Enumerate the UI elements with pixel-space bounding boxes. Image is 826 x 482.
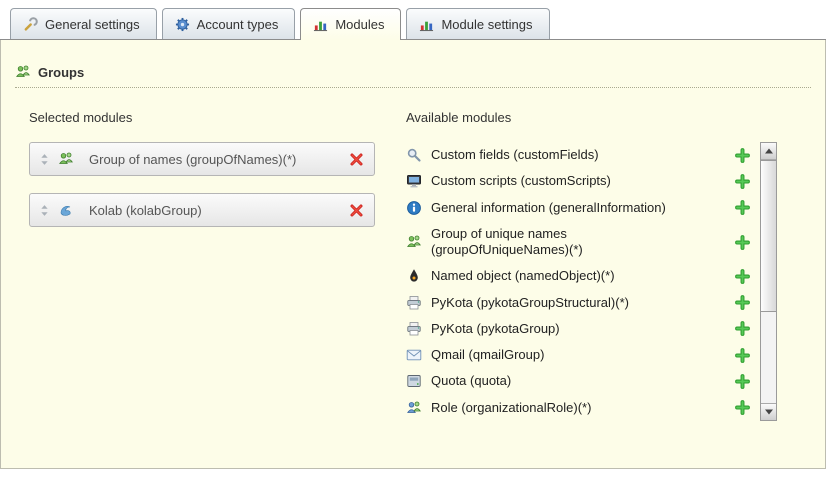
available-module-row: Custom fields (customFields) <box>406 142 760 168</box>
group-icon <box>406 234 422 250</box>
available-module-row: Named object (namedObject)(*) <box>406 263 760 289</box>
gear-icon <box>175 17 190 32</box>
add-module-button[interactable] <box>735 235 750 250</box>
available-module-label: PyKota (pykotaGroupStructural)(*) <box>431 295 629 311</box>
scrollbar-up-button[interactable] <box>761 143 776 160</box>
tab-module-settings[interactable]: Module settings <box>406 8 549 39</box>
available-module-label: General information (generalInformation) <box>431 200 666 216</box>
selected-modules-column: Selected modules Group of names (groupOf… <box>29 110 375 421</box>
available-module-label: Custom fields (customFields) <box>431 147 599 163</box>
plus-icon <box>735 400 750 415</box>
plus-icon <box>735 235 750 250</box>
role-icon <box>406 400 422 416</box>
available-module-row: Role (organizationalRole)(*) <box>406 395 760 421</box>
available-module-row: Qmail (qmailGroup) <box>406 342 760 368</box>
scrollbar-thumb[interactable] <box>761 160 776 312</box>
add-module-button[interactable] <box>735 200 750 215</box>
selected-module-item[interactable]: Kolab (kolabGroup) <box>29 193 375 227</box>
disk-icon <box>406 373 422 389</box>
add-module-button[interactable] <box>735 321 750 336</box>
available-module-row: General information (generalInformation) <box>406 195 760 221</box>
scrollbar-down-button[interactable] <box>761 403 776 420</box>
tab-modules[interactable]: Modules <box>300 8 401 40</box>
available-module-label: Named object (namedObject)(*) <box>431 268 615 284</box>
tab-label: General settings <box>45 17 140 32</box>
remove-module-button[interactable] <box>349 203 364 218</box>
wrench-icon <box>23 17 38 32</box>
add-module-button[interactable] <box>735 295 750 310</box>
monitor-icon <box>406 173 422 189</box>
available-module-row: PyKota (pykotaGroupStructural)(*) <box>406 290 760 316</box>
available-module-label: Role (organizationalRole)(*) <box>431 400 591 416</box>
tab-account-types[interactable]: Account types <box>162 8 296 39</box>
section-title: Groups <box>38 65 84 80</box>
plus-icon <box>735 348 750 363</box>
chart-icon <box>313 17 328 32</box>
drag-handle-icon[interactable] <box>40 204 49 217</box>
available-modules-column: Available modules Custom fields (customF… <box>406 110 777 421</box>
kolab-icon <box>58 202 74 218</box>
add-module-button[interactable] <box>735 174 750 189</box>
printer-icon <box>406 321 422 337</box>
remove-module-button[interactable] <box>349 152 364 167</box>
plus-icon <box>735 174 750 189</box>
droplet-icon <box>406 268 422 284</box>
add-module-button[interactable] <box>735 269 750 284</box>
arrow-down-icon <box>765 409 773 414</box>
add-module-button[interactable] <box>735 348 750 363</box>
available-module-label: Qmail (qmailGroup) <box>431 347 544 363</box>
plus-icon <box>735 148 750 163</box>
selected-module-item[interactable]: Group of names (groupOfNames)(*) <box>29 142 375 176</box>
printer-icon <box>406 295 422 311</box>
tab-label: Module settings <box>441 17 532 32</box>
available-module-row: Group of unique names (groupOfUniqueName… <box>406 221 760 264</box>
available-module-row: Quota (quota) <box>406 368 760 394</box>
available-modules-list-wrap: Custom fields (customFields) Custom scri… <box>406 142 777 421</box>
modules-columns: Selected modules Group of names (groupOf… <box>29 110 825 421</box>
selected-module-label: Kolab (kolabGroup) <box>89 203 202 218</box>
available-module-row: Custom scripts (customScripts) <box>406 168 760 194</box>
scrollbar-track[interactable] <box>761 312 776 403</box>
info-icon <box>406 200 422 216</box>
scrollbar[interactable] <box>760 142 777 421</box>
available-modules-list: Custom fields (customFields) Custom scri… <box>406 142 760 421</box>
available-module-label: Quota (quota) <box>431 373 511 389</box>
chart-icon <box>419 17 434 32</box>
plus-icon <box>735 321 750 336</box>
arrow-up-icon <box>765 149 773 154</box>
available-modules-heading: Available modules <box>406 110 777 125</box>
available-module-label: Group of unique names (groupOfUniqueName… <box>431 226 696 259</box>
plus-icon <box>735 200 750 215</box>
add-module-button[interactable] <box>735 148 750 163</box>
plus-icon <box>735 374 750 389</box>
section-header: Groups <box>15 64 811 88</box>
content-panel: Groups Selected modules Group of names (… <box>0 40 826 469</box>
available-module-label: Custom scripts (customScripts) <box>431 173 611 189</box>
available-module-label: PyKota (pykotaGroup) <box>431 321 560 337</box>
group-icon <box>15 64 31 80</box>
add-module-button[interactable] <box>735 400 750 415</box>
available-module-row: PyKota (pykotaGroup) <box>406 316 760 342</box>
delete-x-icon <box>349 203 364 218</box>
plus-icon <box>735 269 750 284</box>
selected-module-label: Group of names (groupOfNames)(*) <box>89 152 296 167</box>
tab-bar: General settings Account types Modules M… <box>0 0 826 40</box>
tab-general-settings[interactable]: General settings <box>10 8 157 39</box>
lam-config-window: General settings Account types Modules M… <box>0 0 826 469</box>
drag-handle-icon[interactable] <box>40 153 49 166</box>
magnifier-icon <box>406 147 422 163</box>
delete-x-icon <box>349 152 364 167</box>
tab-label: Modules <box>335 17 384 32</box>
plus-icon <box>735 295 750 310</box>
tab-label: Account types <box>197 17 279 32</box>
mail-icon <box>406 347 422 363</box>
group-icon <box>58 151 74 167</box>
add-module-button[interactable] <box>735 374 750 389</box>
selected-modules-heading: Selected modules <box>29 110 375 125</box>
